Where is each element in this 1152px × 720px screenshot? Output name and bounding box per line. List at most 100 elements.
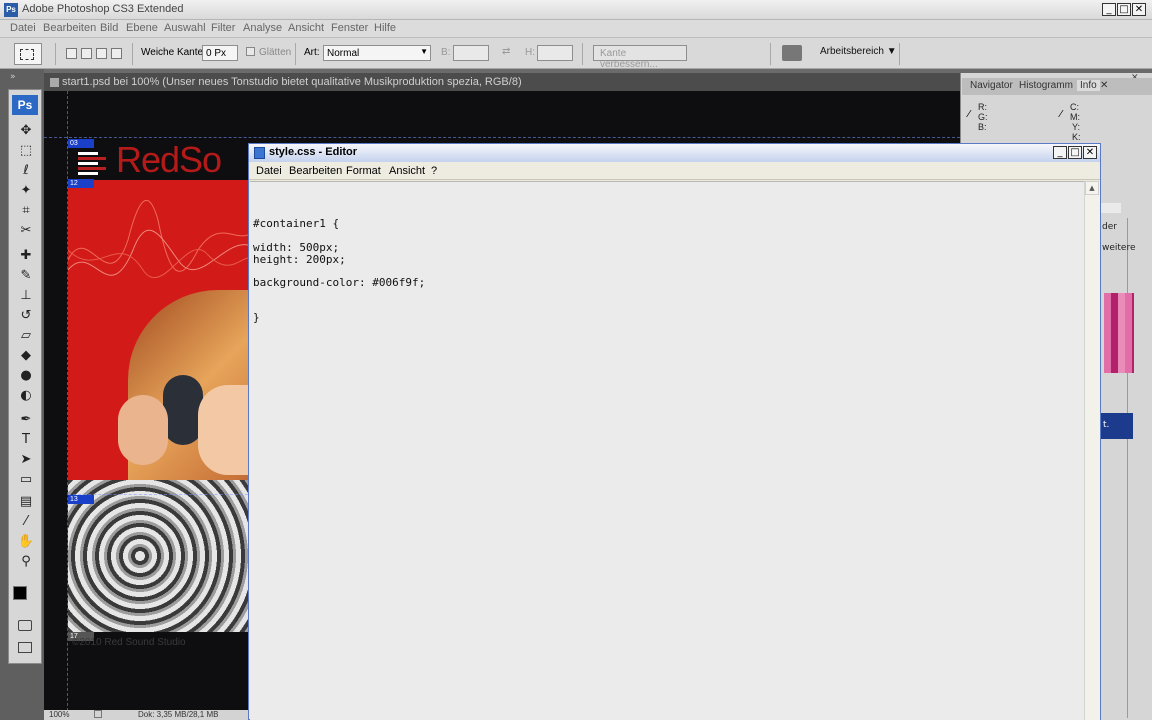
path-selection-tool-icon[interactable]: ➤ xyxy=(17,452,35,468)
history-brush-tool-icon[interactable]: ↺ xyxy=(17,308,35,324)
antialias-checkbox[interactable] xyxy=(246,47,255,56)
menu-datei[interactable]: Datei xyxy=(10,22,36,34)
zoom-tool-icon[interactable]: ⚲ xyxy=(17,554,35,570)
tab-navigator[interactable]: Navigator xyxy=(970,80,1013,91)
hand-tool-icon[interactable]: ✋ xyxy=(17,534,35,550)
marquee-tool-icon[interactable]: ⬚ xyxy=(17,143,35,159)
menu-filter[interactable]: Filter xyxy=(211,22,235,34)
feather-input[interactable]: 0 Px xyxy=(202,45,238,61)
shape-tool-icon[interactable]: ▭ xyxy=(17,472,35,488)
blur-tool-icon[interactable]: ● xyxy=(17,368,35,384)
scroll-up-icon[interactable]: ▲ xyxy=(1085,181,1099,195)
editor-menu-ansicht[interactable]: Ansicht xyxy=(389,165,425,177)
height-input[interactable] xyxy=(537,45,573,61)
magic-wand-tool-icon[interactable]: ✦ xyxy=(17,183,35,199)
editor-window[interactable]: style.css - Editor _ □ ✕ Datei Bearbeite… xyxy=(248,143,1101,720)
editor-menu-datei[interactable]: Datei xyxy=(256,165,282,177)
panel-strip xyxy=(1101,203,1121,213)
editor-textarea[interactable]: #container1 { width: 500px; height: 200p… xyxy=(250,181,1085,720)
dodge-tool-icon[interactable]: ◐ xyxy=(17,388,35,404)
slice-badge[interactable]: 03 xyxy=(68,139,94,148)
eyedropper-icon: ⁄ xyxy=(1060,109,1062,120)
selection-mode-buttons[interactable] xyxy=(66,48,126,62)
footer-copyright: ©2010 Red Sound Studio xyxy=(72,637,186,648)
toolbox: Ps ✥ ⬚ ℓ ✦ ⌗ ✂ ✚ ✎ ⊥ ↺ ▱ ◆ ● ◐ ✒ T ➤ ▭ ▤ ⁄ ✋ ⚲ xyxy=(8,89,42,664)
hand-photo xyxy=(118,395,168,465)
info-r: R: xyxy=(978,102,987,112)
minimize-button[interactable]: _ xyxy=(1102,3,1116,16)
document-title: start1.psd bei 100% (Unser neues Tonstud… xyxy=(62,76,522,88)
eq-bars-logo-icon xyxy=(78,152,106,175)
clone-stamp-tool-icon[interactable]: ⊥ xyxy=(17,288,35,304)
slice-tool-icon[interactable]: ✂ xyxy=(17,223,35,239)
subtract-selection-icon[interactable] xyxy=(96,48,107,59)
editor-titlebar[interactable]: style.css - Editor _ □ ✕ xyxy=(249,144,1100,162)
paint-bucket-tool-icon[interactable]: ◆ xyxy=(17,348,35,364)
antialias-label: Glätten xyxy=(259,47,292,58)
editor-menu-help[interactable]: ? xyxy=(431,165,437,177)
tab-close-icon[interactable]: ✕ xyxy=(1100,80,1108,91)
document-statusbar: 100% Dok: 3,35 MB/28,1 MB xyxy=(44,710,254,720)
close-button[interactable]: ✕ xyxy=(1132,3,1146,16)
workspace-menu[interactable]: Arbeitsbereich ▼ xyxy=(820,46,897,57)
panel-label: weitere xyxy=(1102,243,1136,253)
pen-tool-icon[interactable]: ✒ xyxy=(17,412,35,428)
lasso-tool-icon[interactable]: ℓ xyxy=(17,163,35,179)
screen-mode-icon[interactable] xyxy=(18,642,32,653)
face-photo xyxy=(198,385,248,475)
menu-hilfe[interactable]: Hilfe xyxy=(374,22,396,34)
menu-ansicht[interactable]: Ansicht xyxy=(288,22,324,34)
new-selection-icon[interactable] xyxy=(66,48,77,59)
swatches-grid[interactable] xyxy=(1104,293,1134,373)
eyedropper-tool-icon[interactable]: ⁄ xyxy=(17,514,35,530)
quick-mask-icon[interactable] xyxy=(18,620,32,631)
menu-bearbeiten[interactable]: Bearbeiten xyxy=(43,22,96,34)
status-menu-icon[interactable] xyxy=(94,710,102,718)
notepad-icon xyxy=(254,147,265,159)
selected-layer-row[interactable]: t. xyxy=(1101,413,1133,439)
type-tool-icon[interactable]: T xyxy=(17,432,35,448)
editor-maximize-button[interactable]: □ xyxy=(1068,146,1082,159)
refine-edge-button[interactable]: Kante verbessern... xyxy=(593,45,687,70)
tab-info[interactable]: Info xyxy=(1077,80,1100,91)
slice-badge[interactable]: 13 xyxy=(68,495,94,504)
menubar: Datei Bearbeiten Bild Ebene Auswahl Filt… xyxy=(0,20,1152,37)
document-titlebar[interactable]: start1.psd bei 100% (Unser neues Tonstud… xyxy=(44,73,960,91)
info-rgb: R: G: B: xyxy=(968,102,988,132)
document-icon xyxy=(50,78,59,87)
slice-badge[interactable]: 12 xyxy=(68,179,94,188)
brush-tool-icon[interactable]: ✎ xyxy=(17,268,35,284)
menu-analyse[interactable]: Analyse xyxy=(243,22,282,34)
crop-tool-icon[interactable]: ⌗ xyxy=(17,203,35,219)
foreground-color-swatch[interactable] xyxy=(13,586,27,600)
menu-ebene[interactable]: Ebene xyxy=(126,22,158,34)
menu-bild[interactable]: Bild xyxy=(100,22,118,34)
expand-arrows-icon[interactable]: » xyxy=(10,72,16,82)
zoom-level[interactable]: 100% xyxy=(49,710,69,719)
tab-histogramm[interactable]: Histogramm xyxy=(1019,80,1073,91)
editor-minimize-button[interactable]: _ xyxy=(1053,146,1067,159)
menu-auswahl[interactable]: Auswahl xyxy=(164,22,206,34)
headphones-icon xyxy=(163,375,203,445)
add-selection-icon[interactable] xyxy=(81,48,92,59)
eraser-tool-icon[interactable]: ▱ xyxy=(17,328,35,344)
move-tool-icon[interactable]: ✥ xyxy=(17,123,35,139)
info-k: K: xyxy=(1072,132,1081,142)
style-select[interactable]: Normal ▼ xyxy=(323,45,431,61)
info-m: M: xyxy=(1070,112,1080,122)
editor-menu-format[interactable]: Format xyxy=(346,165,381,177)
separator xyxy=(899,43,900,65)
maximize-button[interactable]: □ xyxy=(1117,3,1131,16)
info-cmyk: C: M: Y: K: xyxy=(1060,102,1081,142)
editor-scrollbar[interactable]: ▲ xyxy=(1084,181,1100,720)
editor-close-button[interactable]: ✕ xyxy=(1083,146,1097,159)
healing-brush-tool-icon[interactable]: ✚ xyxy=(17,248,35,264)
tool-preset-picker[interactable] xyxy=(14,43,42,65)
notes-tool-icon[interactable]: ▤ xyxy=(17,494,35,510)
menu-fenster[interactable]: Fenster xyxy=(331,22,368,34)
intersect-selection-icon[interactable] xyxy=(111,48,122,59)
width-input[interactable] xyxy=(453,45,489,61)
swap-icon[interactable]: ⇄ xyxy=(502,46,510,57)
editor-menu-bearbeiten[interactable]: Bearbeiten xyxy=(289,165,342,177)
file-browser-icon[interactable] xyxy=(782,45,802,61)
